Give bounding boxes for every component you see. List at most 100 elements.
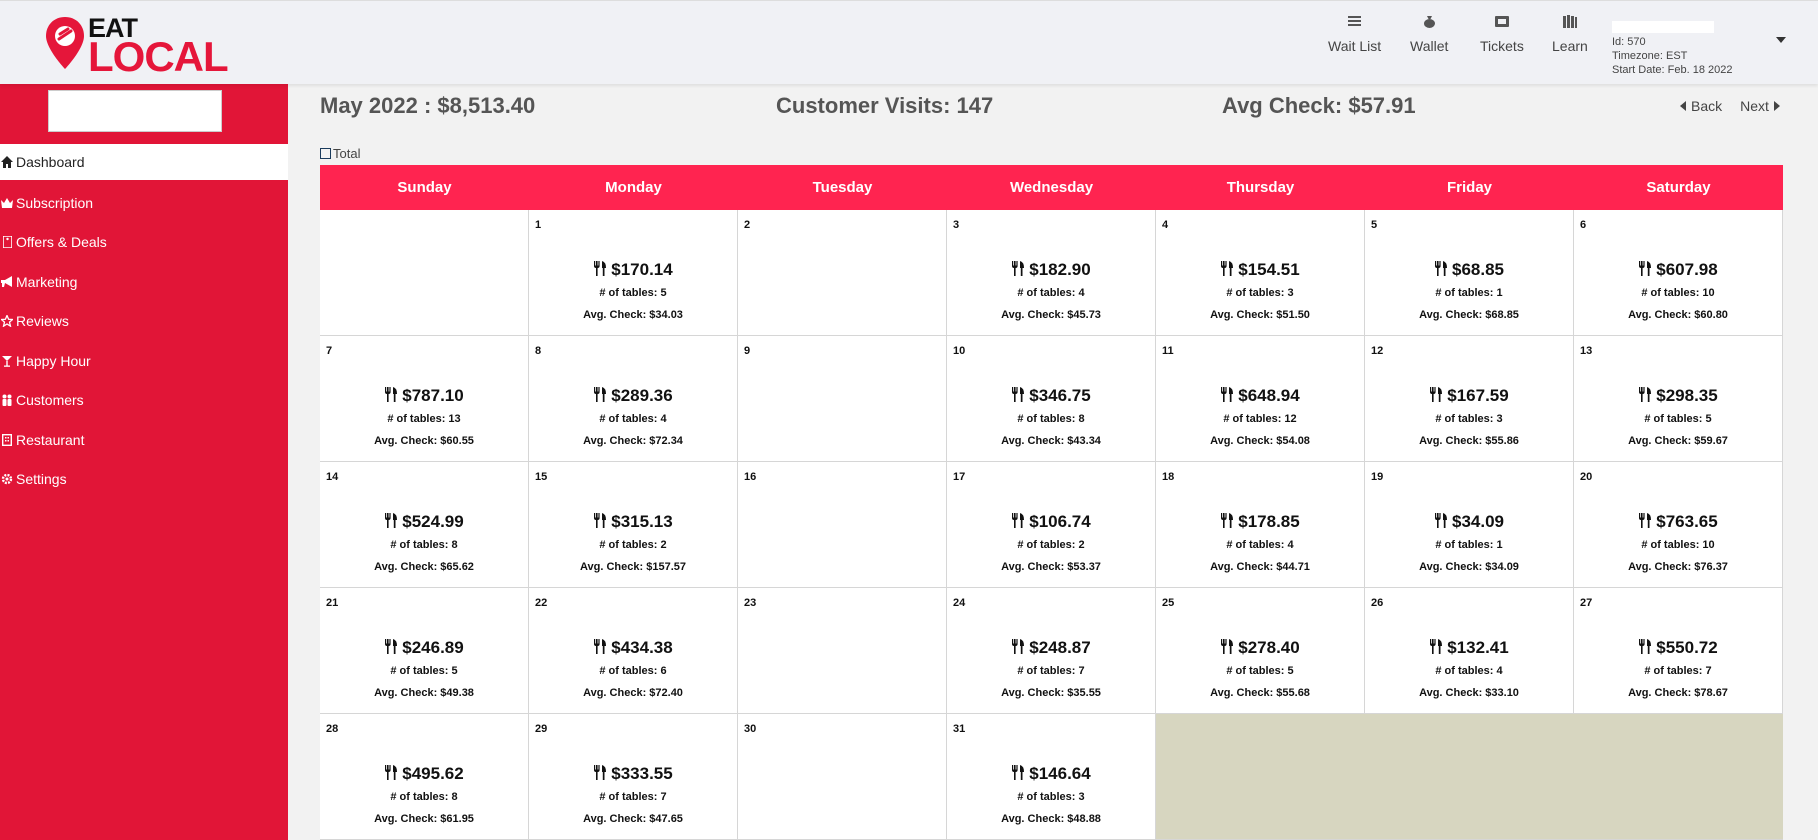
weekday-wednesday: Wednesday — [1009, 179, 1094, 196]
day-sales-amount: $763.65 — [1574, 512, 1782, 533]
day-avg-check: Avg. Check: $61.95 — [374, 813, 474, 825]
sales-value: $648.94 — [1238, 386, 1300, 405]
day-sales-amount: $132.41 — [1365, 638, 1573, 659]
sidebar-item-dashboard[interactable]: Dashboard — [0, 144, 288, 180]
sidebar-item-label: Reviews — [16, 313, 69, 330]
nav-tickets[interactable]: Tickets — [1480, 13, 1524, 54]
nav-wallet[interactable]: Wallet — [1410, 13, 1448, 54]
day-number: 16 — [744, 471, 757, 483]
nav-learn[interactable]: Learn — [1552, 13, 1588, 54]
calendar-day-cell[interactable]: 4 $154.51 # of tables: 3 Avg. Check: $51.50 — [1156, 210, 1365, 336]
sales-value: $106.74 — [1029, 512, 1091, 531]
sales-value: $154.51 — [1238, 260, 1300, 279]
calendar-day-cell[interactable]: 26 $132.41 # of tables: 4 Avg. Check: $33.1… — [1365, 588, 1574, 714]
day-sales-amount: $787.10 — [320, 386, 528, 407]
day-sales-amount: $178.85 — [1156, 512, 1364, 533]
calendar-day-cell[interactable] — [320, 210, 529, 336]
day-number: 28 — [326, 723, 339, 735]
sales-value: $68.85 — [1452, 260, 1504, 279]
calendar-day-cell[interactable]: 18 $178.85 # of tables: 4 Avg. Check: $44.7… — [1156, 462, 1365, 588]
sidebar-item-customers[interactable]: Customers — [0, 381, 288, 421]
tables-count: # of tables: 4 — [599, 413, 667, 425]
calendar-day-cell[interactable]: 12 $167.59 # of tables: 3 Avg. Check: $55.8… — [1365, 336, 1574, 462]
calendar-day-cell[interactable]: 2 — [738, 210, 947, 336]
back-button[interactable]: Back — [1680, 98, 1722, 114]
calendar-day-cell[interactable]: 7 $787.10 # of tables: 13 Avg. Check: $60.5… — [320, 336, 529, 462]
calendar-day-cell[interactable]: 11 $648.94 # of tables: 12 Avg. Check: $54.… — [1156, 336, 1365, 462]
day-sales-amount: $146.64 — [947, 764, 1155, 785]
calendar-day-cell[interactable]: 28 $495.62 # of tables: 8 Avg. Check: $61.9… — [320, 714, 529, 840]
eat-local-logo[interactable]: EAT LOCAL — [44, 13, 229, 80]
tables-count: # of tables: 3 — [1435, 413, 1503, 425]
calendar-day-cell[interactable]: 13 $298.35 # of tables: 5 Avg. Check: $59.6… — [1574, 336, 1783, 462]
calendar-day-cell[interactable]: 15 $315.13 # of tables: 2 Avg. Check: $157.… — [529, 462, 738, 588]
avg-check: Avg Check: $57.91 — [1222, 93, 1416, 118]
ticket-icon — [1494, 13, 1510, 29]
calendar-day-cell[interactable]: 22 $434.38 # of tables: 6 Avg. Check: $72.4… — [529, 588, 738, 714]
total-toggle[interactable]: Total — [320, 146, 360, 161]
weekday-friday: Friday — [1446, 179, 1492, 196]
sidebar-item-label: Happy Hour — [16, 352, 91, 369]
nav-wait-list[interactable]: Wait List — [1328, 13, 1381, 54]
account-info[interactable]: Id: 570 Timezone: EST Start Date: Feb. 1… — [1612, 21, 1792, 77]
sidebar-item-offers-deals[interactable]: Offers & Deals — [0, 223, 288, 263]
calendar-day-cell[interactable]: 10 $346.75 # of tables: 8 Avg. Check: $43.3… — [947, 336, 1156, 462]
sidebar-item-restaurant[interactable]: Restaurant — [0, 420, 288, 460]
sidebar-item-marketing[interactable]: Marketing — [0, 262, 288, 302]
tables-count: # of tables: 5 — [390, 665, 458, 677]
sales-value: $495.62 — [402, 764, 464, 783]
day-sales-amount: $346.75 — [947, 386, 1155, 407]
sidebar-item-subscription[interactable]: Subscription — [0, 183, 288, 223]
calendar-day-cell[interactable]: 25 $278.40 # of tables: 5 Avg. Check: $55.6… — [1156, 588, 1365, 714]
day-avg-check: Avg. Check: $55.86 — [1419, 435, 1519, 447]
day-sales-amount: $648.94 — [1156, 386, 1364, 407]
calendar-day-cell[interactable]: 16 — [738, 462, 947, 588]
sidebar-item-settings[interactable]: Settings — [0, 460, 288, 500]
sidebar-item-label: Settings — [16, 471, 67, 488]
calendar-day-cell[interactable]: 31 $146.64 # of tables: 3 Avg. Check: $48.8… — [947, 714, 1156, 840]
day-sales-amount: $278.40 — [1156, 638, 1364, 659]
tables-count: # of tables: 7 — [599, 791, 667, 803]
day-number: 29 — [535, 723, 548, 735]
calendar-day-cell[interactable]: 1 $170.14 # of tables: 5 Avg. Check: $34.03 — [529, 210, 738, 336]
total-checkbox[interactable] — [320, 148, 331, 159]
calendar-day-cell[interactable]: 8 $289.36 # of tables: 4 Avg. Check: $72.34 — [529, 336, 738, 462]
fork-knife-icon — [384, 765, 398, 785]
day-sales-amount: $106.74 — [947, 512, 1155, 533]
calendar-day-cell[interactable]: 24 $248.87 # of tables: 7 Avg. Check: $35.5… — [947, 588, 1156, 714]
calendar-day-cell[interactable]: 20 $763.65 # of tables: 10 Avg. Check: $76.… — [1574, 462, 1783, 588]
calendar-day-cell[interactable]: 19 $34.09 # of tables: 1 Avg. Check: $34.09 — [1365, 462, 1574, 588]
day-sales-amount: $607.98 — [1574, 260, 1782, 281]
calendar-day-cell[interactable]: 30 — [738, 714, 947, 840]
calendar-day-cell[interactable]: 14 $524.99 # of tables: 8 Avg. Check: $65.6… — [320, 462, 529, 588]
fork-knife-icon — [593, 765, 607, 785]
calendar-day-cell[interactable]: 6 $607.98 # of tables: 10 Avg. Check: $60.8… — [1574, 210, 1783, 336]
gear-icon — [0, 472, 14, 486]
tables-count: # of tables: 5 — [1644, 413, 1712, 425]
fork-knife-icon — [1638, 639, 1652, 659]
calendar-day-cell[interactable]: 9 — [738, 336, 947, 462]
calendar-day-cell[interactable]: 27 $550.72 # of tables: 7 Avg. Check: $78.6… — [1574, 588, 1783, 714]
sales-value: $434.38 — [611, 638, 673, 657]
day-avg-check: Avg. Check: $47.65 — [583, 813, 683, 825]
top-bar: EAT LOCAL Wait List Wallet Tickets Learn… — [0, 0, 1818, 84]
calendar-empty-cell — [1365, 714, 1574, 840]
day-number: 2 — [744, 219, 751, 231]
list-icon — [1347, 13, 1363, 29]
sidebar-item-reviews[interactable]: Reviews — [0, 302, 288, 342]
day-number: 8 — [535, 345, 542, 357]
calendar-day-cell[interactable]: 17 $106.74 # of tables: 2 Avg. Check: $53.3… — [947, 462, 1156, 588]
sales-value: $315.13 — [611, 512, 673, 531]
calendar-day-cell[interactable]: 21 $246.89 # of tables: 5 Avg. Check: $49.3… — [320, 588, 529, 714]
calendar-day-cell[interactable]: 5 $68.85 # of tables: 1 Avg. Check: $68.85 — [1365, 210, 1574, 336]
next-button[interactable]: Next — [1740, 98, 1780, 114]
calendar-day-cell[interactable]: 29 $333.55 # of tables: 7 Avg. Check: $47.6… — [529, 714, 738, 840]
calendar-day-cell[interactable]: 23 — [738, 588, 947, 714]
calendar-day-cell[interactable]: 3 $182.90 # of tables: 4 Avg. Check: $45.73 — [947, 210, 1156, 336]
day-avg-check: Avg. Check: $65.62 — [374, 561, 474, 573]
tables-count: # of tables: 4 — [1226, 539, 1294, 551]
sidebar-item-happy-hour[interactable]: Happy Hour — [0, 341, 288, 381]
account-dropdown-caret-icon[interactable] — [1776, 37, 1786, 43]
month-pager: Back Next — [1680, 98, 1780, 114]
sidebar-item-label: Restaurant — [16, 431, 85, 448]
